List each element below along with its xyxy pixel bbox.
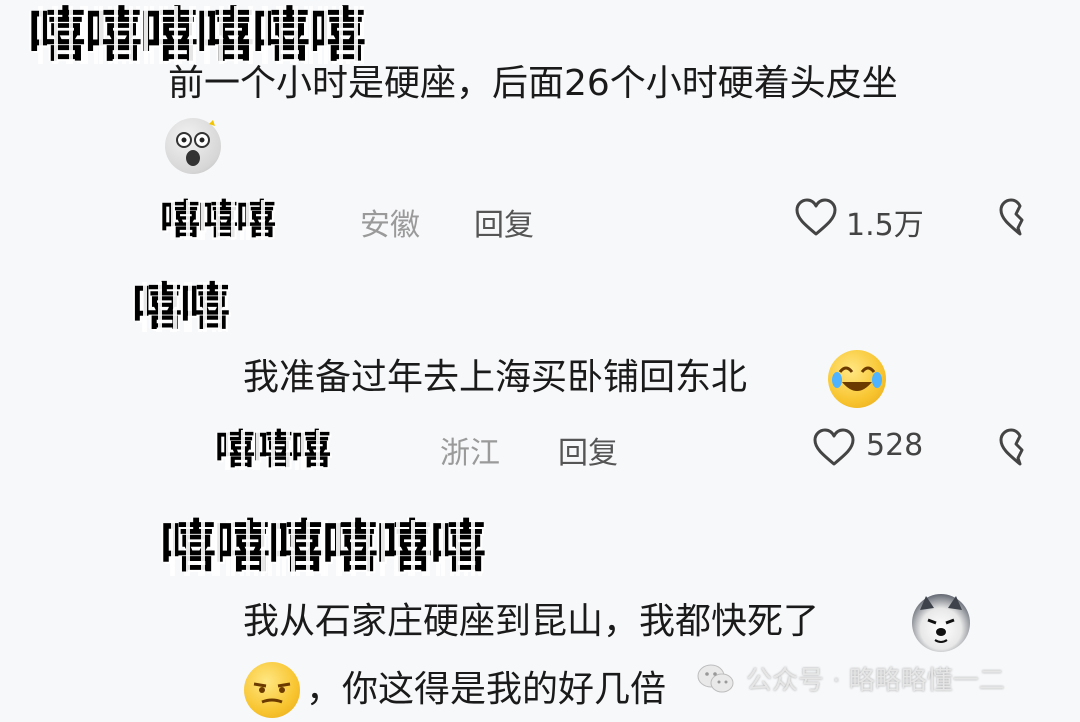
wechat-icon	[696, 662, 736, 696]
shocked-emoji	[165, 118, 221, 174]
comment-2-location: 浙江	[440, 436, 500, 471]
watermark-text: 公众号 · 略略略懂一二	[746, 666, 1005, 696]
comment-1-reply-button[interactable]: 回复	[474, 200, 534, 244]
comment-2-meta-username[interactable]: 嘻嘻嘻	[215, 430, 331, 470]
comment-2-text: 我准备过年去上海买卧铺回东北	[243, 357, 748, 398]
comment-2-reply-button[interactable]: 回复	[558, 428, 618, 472]
comment-3-text-line1: 我从石家庄硬座到昆山，我都快死了	[243, 601, 820, 642]
comment-1-location: 安徽	[360, 208, 420, 243]
broken-heart-icon[interactable]	[998, 428, 1042, 468]
heart-outline-icon[interactable]	[812, 428, 856, 468]
comment-2-avatar[interactable]: 嘻嘻	[132, 282, 230, 352]
comment-1-meta-username[interactable]: 嘻嘻嘻	[160, 200, 276, 240]
laugh-cry-emoji	[828, 350, 886, 408]
comment-1-text: 前一个小时是硬座，后面26个小时硬着头皮坐	[168, 63, 898, 104]
heart-outline-icon[interactable]	[794, 198, 838, 238]
smirk-emoji	[244, 662, 300, 718]
broken-heart-icon[interactable]	[998, 198, 1042, 238]
comment-2-like-count: 528	[866, 428, 924, 463]
comment-3-text-line2: ，你这得是我的好几倍	[306, 669, 667, 710]
watermark: 公众号 · 略略略懂一二	[696, 660, 1005, 697]
comment-1-username[interactable]: 嘻嘻嘻嘻嘻嘻	[28, 6, 366, 64]
comment-1-like-count: 1.5万	[846, 208, 924, 243]
husky-dog-emoji	[912, 594, 970, 652]
comment-3-username[interactable]: 嘻嘻嘻嘻嘻嘻	[160, 520, 486, 576]
